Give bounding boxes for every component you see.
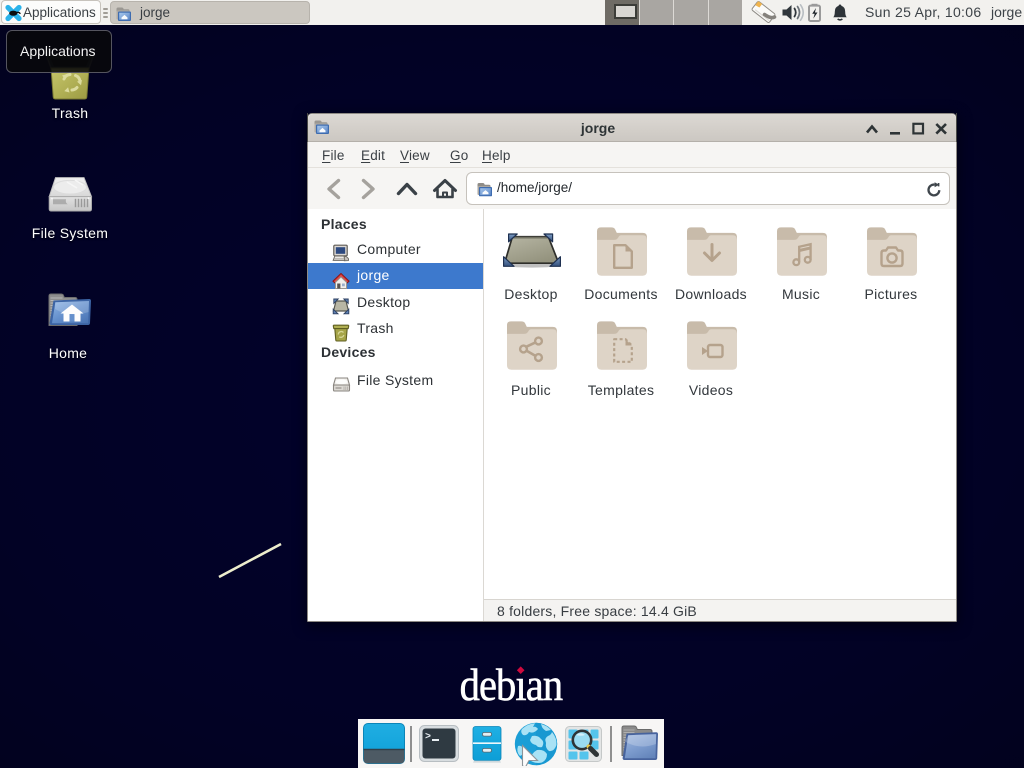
svg-text:>: > bbox=[425, 732, 431, 743]
svg-text:debıan: debıan bbox=[460, 660, 563, 711]
